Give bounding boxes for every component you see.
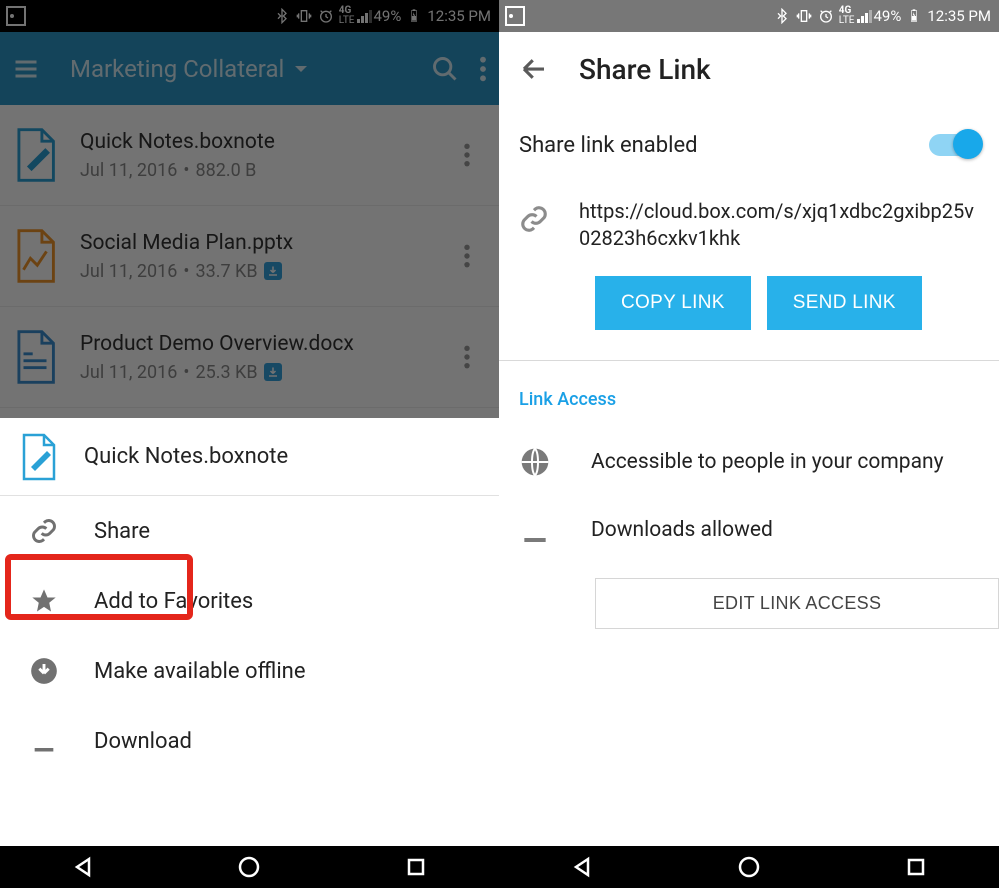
image-icon — [505, 6, 525, 26]
downloaded-badge-icon — [264, 363, 282, 381]
sheet-item-download[interactable]: Download — [0, 706, 499, 776]
share-link-toggle[interactable] — [929, 134, 979, 156]
page-title: Share Link — [579, 53, 711, 86]
copy-link-button[interactable]: COPY LINK — [595, 276, 751, 330]
edit-link-access-button[interactable]: EDIT LINK ACCESS — [595, 578, 999, 629]
clock-text: 12:35 PM — [927, 7, 991, 25]
search-icon[interactable] — [431, 55, 459, 83]
action-sheet-filename: Quick Notes.boxnote — [84, 444, 288, 469]
battery-percent: 49% — [374, 7, 402, 25]
chevron-down-icon — [292, 60, 310, 78]
left-panel: 4GLTE 49% 12:35 PM Marketing Collateral … — [0, 0, 499, 888]
sheet-item-label: Share — [94, 519, 150, 544]
folder-title-dropdown[interactable]: Marketing Collateral — [70, 55, 411, 83]
file-row[interactable]: Quick Notes.boxnote Jul 11, 2016•882.0 B — [0, 105, 499, 206]
link-access-section-label: Link Access — [499, 361, 999, 428]
file-name: Product Demo Overview.docx — [80, 332, 354, 356]
network-indicator: 4GLTE — [839, 6, 855, 26]
home-nav-icon[interactable] — [237, 855, 261, 879]
vibrate-icon — [296, 8, 312, 24]
action-sheet-header: Quick Notes.boxnote — [0, 418, 499, 496]
battery-icon — [406, 8, 422, 24]
file-name: Social Media Plan.pptx — [80, 231, 293, 255]
globe-icon — [519, 446, 551, 478]
link-icon — [30, 517, 58, 545]
folder-title: Marketing Collateral — [70, 55, 284, 83]
sheet-item-label: Make available offline — [94, 659, 305, 684]
image-icon — [6, 6, 26, 26]
access-scope-row[interactable]: Accessible to people in your company — [499, 428, 999, 496]
share-url: https://cloud.box.com/s/xjq1xdbc2gxibp25… — [579, 198, 979, 252]
sheet-item-offline[interactable]: Make available offline — [0, 636, 499, 706]
status-bar: 4GLTE 49% 12:35 PM — [0, 0, 499, 32]
downloaded-badge-icon — [264, 262, 282, 280]
file-subtitle: Jul 11, 2016•25.3 KB — [80, 362, 354, 383]
overflow-icon[interactable] — [479, 55, 487, 83]
docx-file-icon — [12, 329, 58, 385]
boxnote-file-icon — [12, 127, 58, 183]
file-overflow-icon[interactable] — [463, 243, 471, 269]
share-link-toolbar: Share Link — [499, 32, 999, 106]
file-overflow-icon[interactable] — [463, 344, 471, 370]
signal-icon — [357, 9, 372, 23]
battery-icon — [906, 8, 922, 24]
download-icon — [519, 514, 551, 546]
offline-icon — [30, 657, 58, 685]
back-nav-icon[interactable] — [570, 855, 594, 879]
file-subtitle: Jul 11, 2016•882.0 B — [80, 160, 275, 181]
downloads-allowed-row[interactable]: Downloads allowed — [499, 496, 999, 564]
file-name: Quick Notes.boxnote — [80, 130, 275, 154]
file-overflow-icon[interactable] — [463, 142, 471, 168]
menu-icon[interactable] — [12, 55, 40, 83]
bluetooth-icon — [274, 8, 290, 24]
link-icon — [519, 204, 549, 234]
enabled-label: Share link enabled — [519, 133, 698, 158]
tutorial-highlight — [5, 554, 193, 620]
file-row[interactable]: Social Media Plan.pptx Jul 11, 2016•33.7… — [0, 206, 499, 307]
sheet-item-label: Download — [94, 729, 192, 754]
boxnote-file-icon — [18, 433, 58, 481]
bluetooth-icon — [774, 8, 790, 24]
back-nav-icon[interactable] — [71, 855, 95, 879]
pptx-file-icon — [12, 228, 58, 284]
file-row[interactable]: Product Demo Overview.docx Jul 11, 2016•… — [0, 307, 499, 408]
battery-percent: 49% — [874, 7, 902, 25]
downloads-allowed-label: Downloads allowed — [591, 518, 773, 542]
download-icon — [30, 727, 58, 755]
back-arrow-icon[interactable] — [519, 54, 549, 84]
clock-text: 12:35 PM — [427, 7, 491, 25]
right-panel: 4GLTE 49% 12:35 PM Share Link Share link… — [499, 0, 999, 888]
status-bar: 4GLTE 49% 12:35 PM — [499, 0, 999, 32]
send-link-button[interactable]: SEND LINK — [767, 276, 922, 330]
alarm-icon — [818, 8, 834, 24]
files-toolbar: Marketing Collateral — [0, 32, 499, 105]
action-sheet: Quick Notes.boxnote Share Add to Favorit… — [0, 418, 499, 846]
recents-nav-icon[interactable] — [404, 855, 428, 879]
share-url-row: https://cloud.box.com/s/xjq1xdbc2gxibp25… — [499, 184, 999, 252]
home-nav-icon[interactable] — [737, 855, 761, 879]
alarm-icon — [318, 8, 334, 24]
signal-icon — [857, 9, 872, 23]
recents-nav-icon[interactable] — [904, 855, 928, 879]
android-navbar — [0, 846, 499, 888]
vibrate-icon — [796, 8, 812, 24]
access-scope-label: Accessible to people in your company — [591, 450, 944, 474]
file-subtitle: Jul 11, 2016•33.7 KB — [80, 261, 293, 282]
android-navbar — [499, 846, 999, 888]
share-link-enabled-row: Share link enabled — [499, 106, 999, 184]
network-indicator: 4GLTE — [339, 6, 355, 26]
